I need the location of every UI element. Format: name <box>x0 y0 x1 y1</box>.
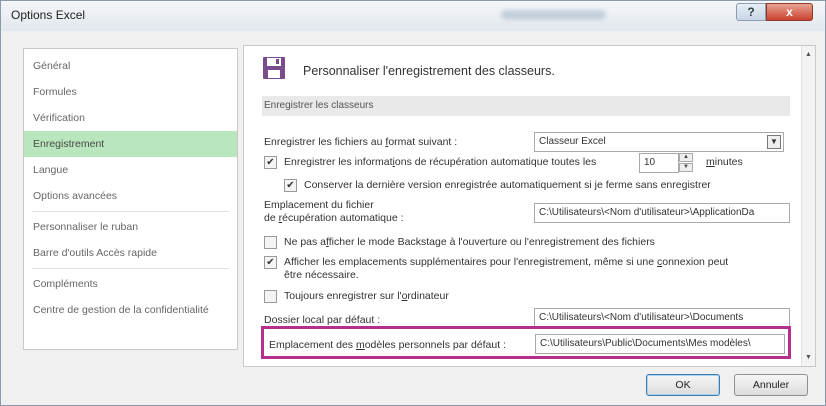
save-icon <box>263 57 285 79</box>
default-local-folder-input[interactable]: C:\Utilisateurs\<Nom d'utilisateur>\Docu… <box>534 308 790 328</box>
autorecover-location-label-line2: de récupération automatique : <box>264 212 404 224</box>
nav-general[interactable]: Général <box>24 53 237 79</box>
nav-barre-acces-rapide[interactable]: Barre d'outils Accès rapide <box>24 240 237 266</box>
minutes-spinner[interactable]: ▲ ▼ <box>679 153 693 173</box>
personal-templates-input[interactable]: C:\Utilisateurs\Public\Documents\Mes mod… <box>535 334 785 354</box>
minutes-label: minutes <box>706 156 743 168</box>
show-additional-locations-label-line2: être nécessaire. <box>284 269 359 281</box>
nav-verification[interactable]: Vérification <box>24 105 237 131</box>
nav-enregistrement[interactable]: Enregistrement <box>24 131 237 157</box>
ok-button[interactable]: OK <box>646 374 720 396</box>
no-backstage-checkbox[interactable] <box>264 236 277 249</box>
options-nav: Général Formules Vérification Enregistre… <box>23 48 238 350</box>
personal-templates-label: Emplacement des modèles personnels par d… <box>269 339 506 351</box>
autorecover-location-label-line1: Emplacement du fichier <box>264 199 374 211</box>
scroll-up-icon[interactable]: ▲ <box>805 51 812 58</box>
section-header: Enregistrer les classeurs <box>262 96 790 116</box>
vertical-scrollbar[interactable]: ▲ ▼ <box>801 46 815 366</box>
keep-last-version-checkbox[interactable]: ✔ <box>284 179 297 192</box>
page-title: Personnaliser l'enregistrement des class… <box>303 64 555 78</box>
nav-centre-confidentialite[interactable]: Centre de gestion de la confidentialité <box>24 297 237 323</box>
always-save-computer-label: Toujours enregistrer sur l'ordinateur <box>284 290 449 302</box>
keep-last-version-label: Conserver la dernière version enregistré… <box>304 179 711 191</box>
chevron-down-icon[interactable]: ▼ <box>767 135 781 149</box>
window-title: Options Excel <box>11 8 86 22</box>
options-dialog: Options Excel ? x Général Formules Vérif… <box>0 0 826 406</box>
autorecover-minutes-input[interactable]: 10 <box>639 153 679 173</box>
options-panel: Personnaliser l'enregistrement des class… <box>243 45 816 367</box>
cancel-button[interactable]: Annuler <box>734 374 808 396</box>
autorecover-label: Enregistrer les informations de récupéra… <box>284 156 597 168</box>
default-local-folder-label: Dossier local par défaut : <box>264 314 381 326</box>
no-backstage-label: Ne pas afficher le mode Backstage à l'ou… <box>284 236 655 248</box>
format-dropdown-value: Classeur Excel <box>539 136 606 147</box>
close-button[interactable]: x <box>766 3 813 21</box>
spin-up-icon[interactable]: ▲ <box>679 153 693 162</box>
show-additional-locations-checkbox[interactable]: ✔ <box>264 256 277 269</box>
scroll-down-icon[interactable]: ▼ <box>805 354 812 361</box>
nav-personnaliser-ruban[interactable]: Personnaliser le ruban <box>24 214 237 240</box>
nav-divider <box>32 211 229 212</box>
nav-complements[interactable]: Compléments <box>24 271 237 297</box>
nav-divider <box>32 268 229 269</box>
title-bar[interactable]: Options Excel ? x <box>1 1 825 31</box>
nav-langue[interactable]: Langue <box>24 157 237 183</box>
blurred-title-text <box>501 10 606 20</box>
format-label: Enregistrer les fichiers au format suiva… <box>264 136 458 148</box>
help-button[interactable]: ? <box>736 3 766 21</box>
format-dropdown[interactable]: Classeur Excel ▼ <box>534 132 784 152</box>
autorecover-location-input[interactable]: C:\Utilisateurs\<Nom d'utilisateur>\Appl… <box>534 203 790 223</box>
nav-formules[interactable]: Formules <box>24 79 237 105</box>
autorecover-checkbox[interactable]: ✔ <box>264 156 277 169</box>
nav-options-avancees[interactable]: Options avancées <box>24 183 237 209</box>
show-additional-locations-label-line1: Afficher les emplacements supplémentaire… <box>284 256 729 268</box>
spin-down-icon[interactable]: ▼ <box>679 163 693 172</box>
always-save-computer-checkbox[interactable] <box>264 290 277 303</box>
